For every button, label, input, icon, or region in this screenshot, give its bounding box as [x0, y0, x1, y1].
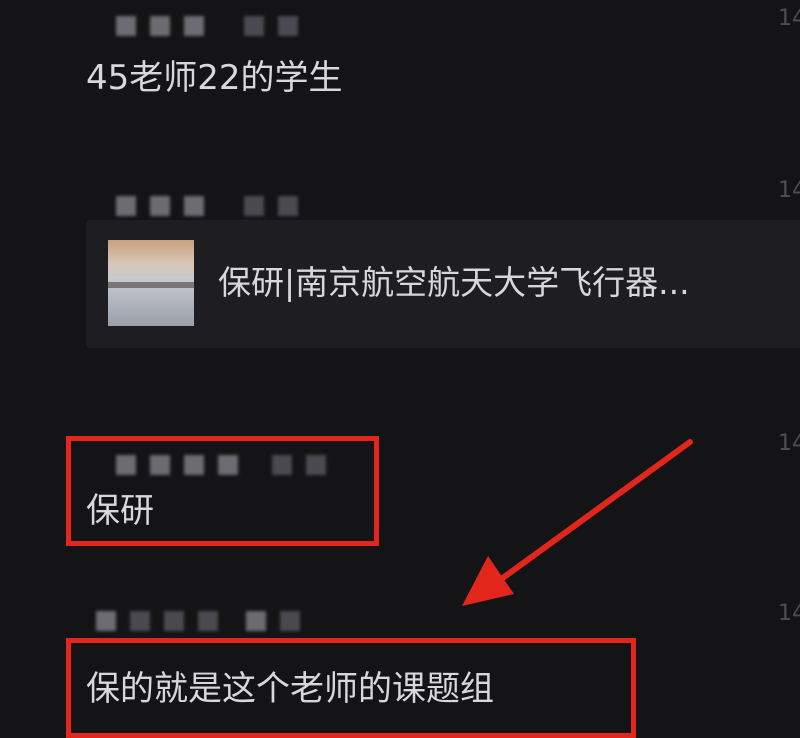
annotation-arrow-icon [462, 439, 693, 606]
